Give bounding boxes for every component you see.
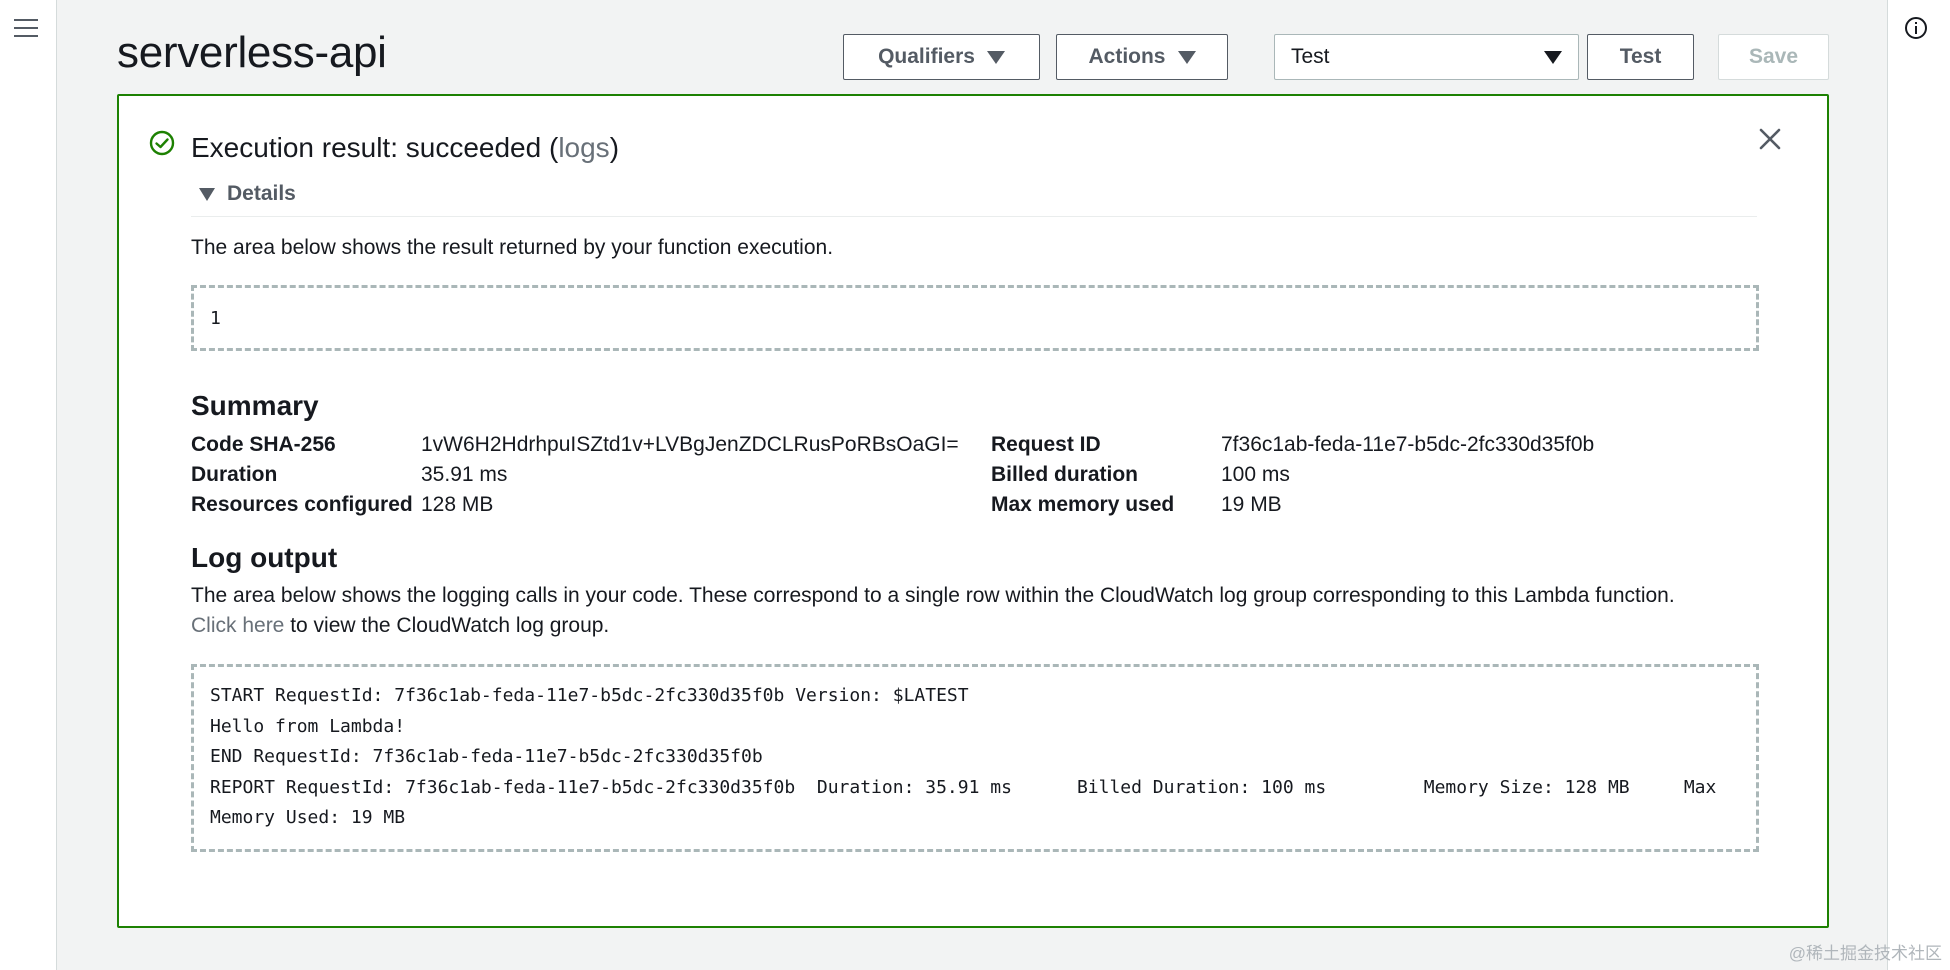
log-line: END RequestId: 7f36c1ab-feda-11e7-b5dc-2… (210, 746, 763, 767)
summary-key: Code SHA-256 (191, 433, 336, 456)
execution-result-panel: Execution result: succeeded (logs) Detai… (117, 94, 1829, 928)
log-line: Hello from Lambda! (210, 715, 406, 737)
page-title: serverless-api (117, 28, 387, 77)
summary-value: 35.91 ms (421, 463, 508, 486)
logs-link[interactable]: logs (558, 132, 609, 163)
summary-key: Billed duration (991, 463, 1138, 486)
result-title-prefix: Execution result: succeeded ( (191, 132, 559, 163)
result-output-box: 1 (191, 285, 1759, 351)
log-output-box: START RequestId: 7f36c1ab-feda-11e7-b5dc… (191, 664, 1759, 852)
actions-button[interactable]: Actions (1056, 34, 1228, 80)
summary-key: Resources configured (191, 493, 413, 516)
caret-down-icon (986, 50, 1005, 64)
result-description: The area below shows the result returned… (191, 236, 834, 259)
save-button[interactable]: Save (1718, 34, 1829, 80)
details-toggle[interactable]: Details (199, 182, 296, 206)
summary-value: 7f36c1ab-feda-11e7-b5dc-2fc330d35f0b (1221, 433, 1595, 456)
log-line: Memory Used: 19 MB (210, 807, 406, 828)
execution-result-title: Execution result: succeeded (logs) (191, 132, 619, 164)
log-line: START RequestId: 7f36c1ab-feda-11e7-b5dc… (210, 685, 969, 706)
qualifiers-button[interactable]: Qualifiers (843, 34, 1040, 80)
actions-label: Actions (1088, 45, 1166, 68)
summary-value: 128 MB (421, 493, 494, 516)
cloudwatch-link-suffix: to view the CloudWatch log group. (284, 614, 610, 637)
returned-value: 1 (210, 308, 221, 329)
summary-key: Duration (191, 463, 278, 486)
test-event-select[interactable]: Test (1274, 34, 1579, 80)
summary-key: Max memory used (991, 493, 1175, 516)
check-circle-icon (149, 130, 175, 156)
log-output-heading: Log output (191, 542, 338, 573)
details-label: Details (227, 182, 296, 205)
caret-down-icon (199, 187, 215, 201)
summary-value: 19 MB (1221, 493, 1282, 516)
hamburger-icon[interactable] (14, 16, 38, 38)
summary-key: Request ID (991, 433, 1101, 456)
cloudwatch-link[interactable]: Click here (191, 614, 284, 637)
test-button[interactable]: Test (1587, 34, 1694, 80)
test-label: Test (1619, 45, 1662, 68)
qualifiers-label: Qualifiers (878, 45, 975, 68)
summary-value: 100 ms (1221, 463, 1290, 486)
watermark: @稀土掘金技术社区 (1788, 944, 1942, 963)
caret-down-icon (1177, 50, 1196, 64)
left-nav-rail (0, 0, 57, 970)
log-description-text: The area below shows the logging calls i… (191, 584, 1675, 607)
result-title-suffix: ) (609, 132, 620, 163)
close-icon[interactable] (1757, 126, 1783, 152)
summary-value: 1vW6H2HdrhpuISZtd1v+LVBgJenZDCLRusPoRBsO… (421, 433, 959, 456)
right-tools-rail (1887, 0, 1950, 970)
caret-down-icon (1544, 50, 1562, 64)
save-label: Save (1748, 45, 1799, 68)
divider (191, 216, 1757, 217)
summary-heading: Summary (191, 390, 319, 421)
info-icon[interactable] (1904, 16, 1928, 40)
test-event-selected-value: Test (1291, 45, 1330, 68)
log-description: The area below shows the logging calls i… (191, 581, 1771, 641)
log-line: REPORT RequestId: 7f36c1ab-feda-11e7-b5d… (210, 776, 1717, 798)
